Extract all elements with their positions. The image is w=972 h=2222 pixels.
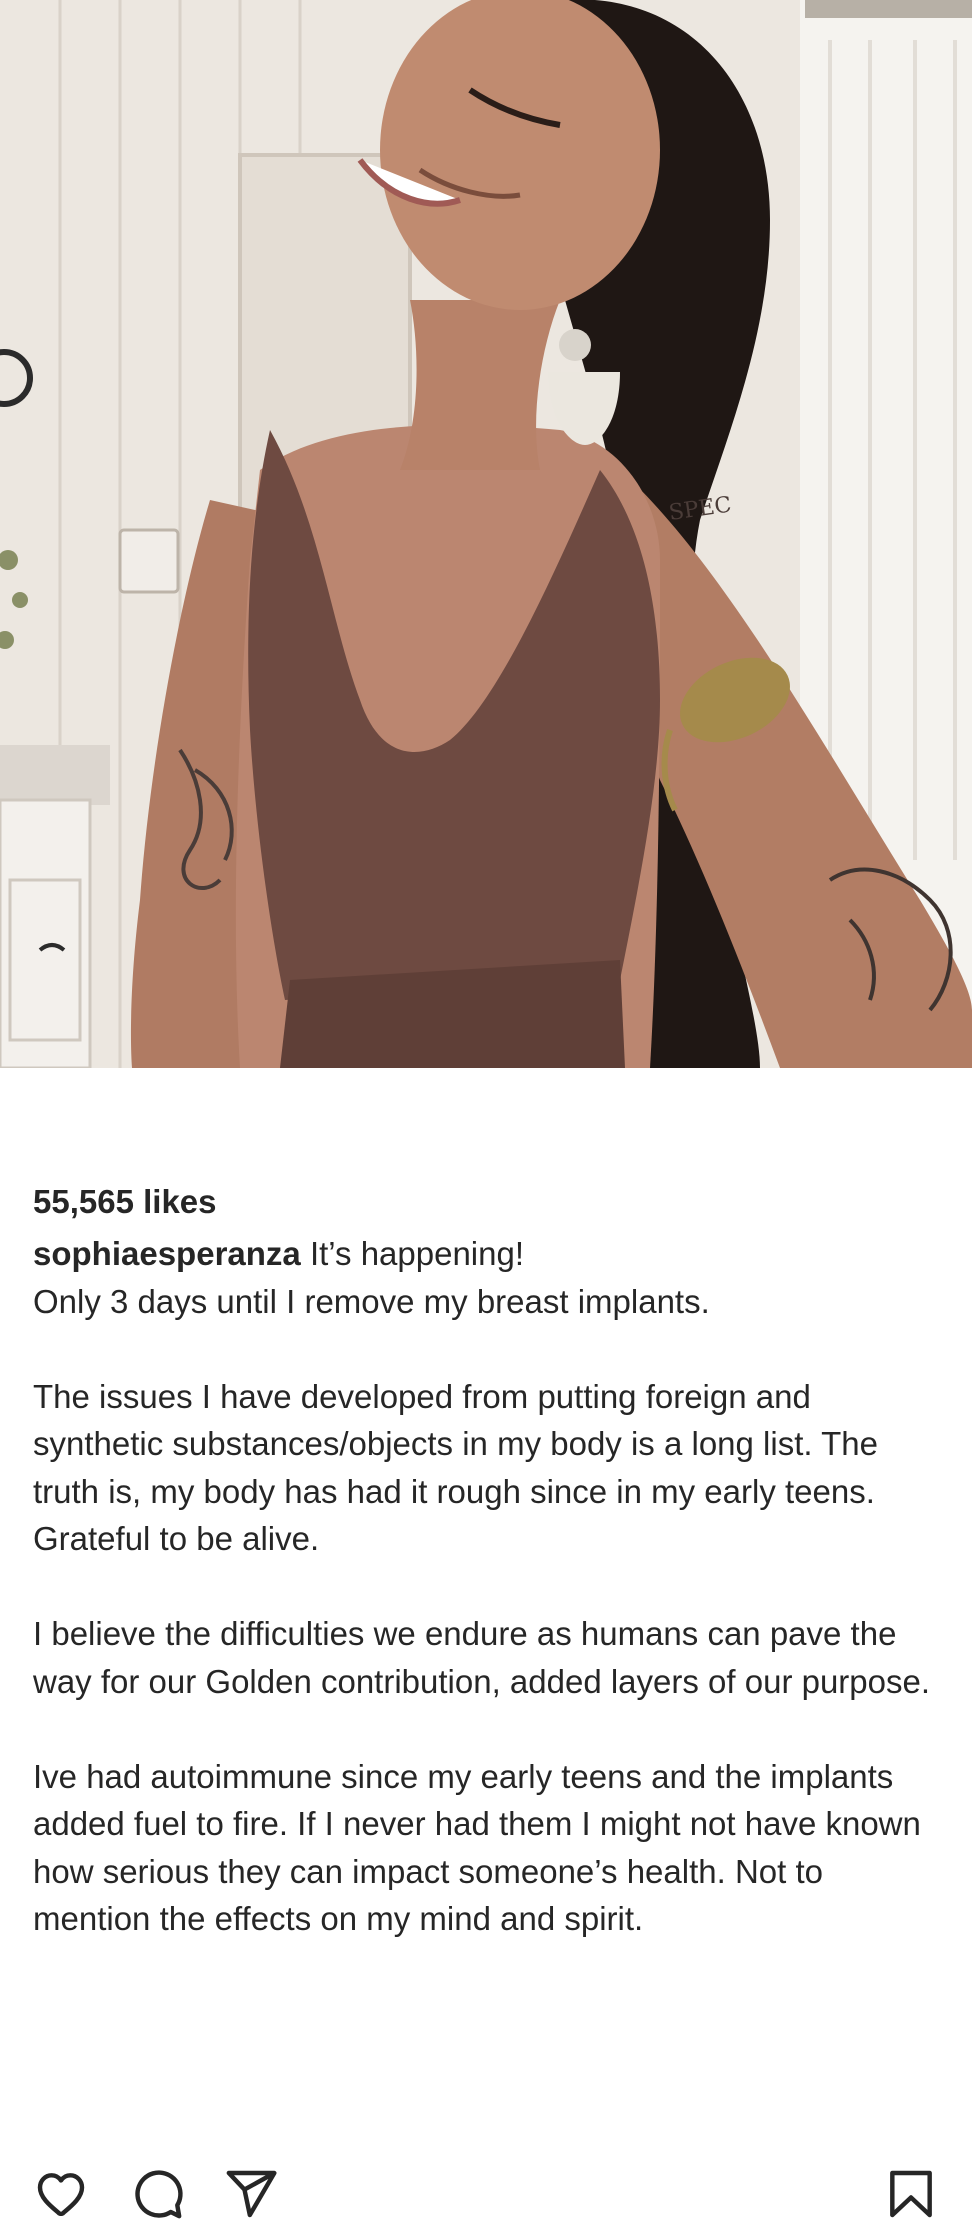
heart-outline-icon[interactable] bbox=[33, 2166, 89, 2222]
caption-first-line: sophiaesperanza It’s happening! bbox=[33, 1230, 939, 1278]
caption-first-line-text: It’s happening! bbox=[300, 1235, 525, 1272]
post-photo[interactable]: SPEC bbox=[0, 0, 972, 1068]
caption-paragraph: I believe the difficulties we endure as … bbox=[33, 1615, 931, 1700]
bookmark-icon[interactable] bbox=[883, 2166, 939, 2222]
caption-username[interactable]: sophiaesperanza bbox=[33, 1235, 301, 1272]
paper-plane-icon[interactable] bbox=[223, 2166, 279, 2222]
likes-count[interactable]: 55,565 likes bbox=[33, 1178, 972, 1230]
speech-bubble-icon[interactable] bbox=[129, 2166, 185, 2222]
post-caption: sophiaesperanza It’s happening! Only 3 d… bbox=[33, 1230, 939, 1943]
post-action-bar bbox=[0, 1068, 972, 2219]
caption-paragraph: Ive had autoimmune since my early teens … bbox=[33, 1757, 921, 1938]
caption-paragraph: Only 3 days until I remove my breast imp… bbox=[33, 1282, 710, 1320]
post-photo-illustration: SPEC bbox=[0, 0, 972, 1068]
caption-paragraph: The issues I have developed from putting… bbox=[33, 1377, 878, 1558]
